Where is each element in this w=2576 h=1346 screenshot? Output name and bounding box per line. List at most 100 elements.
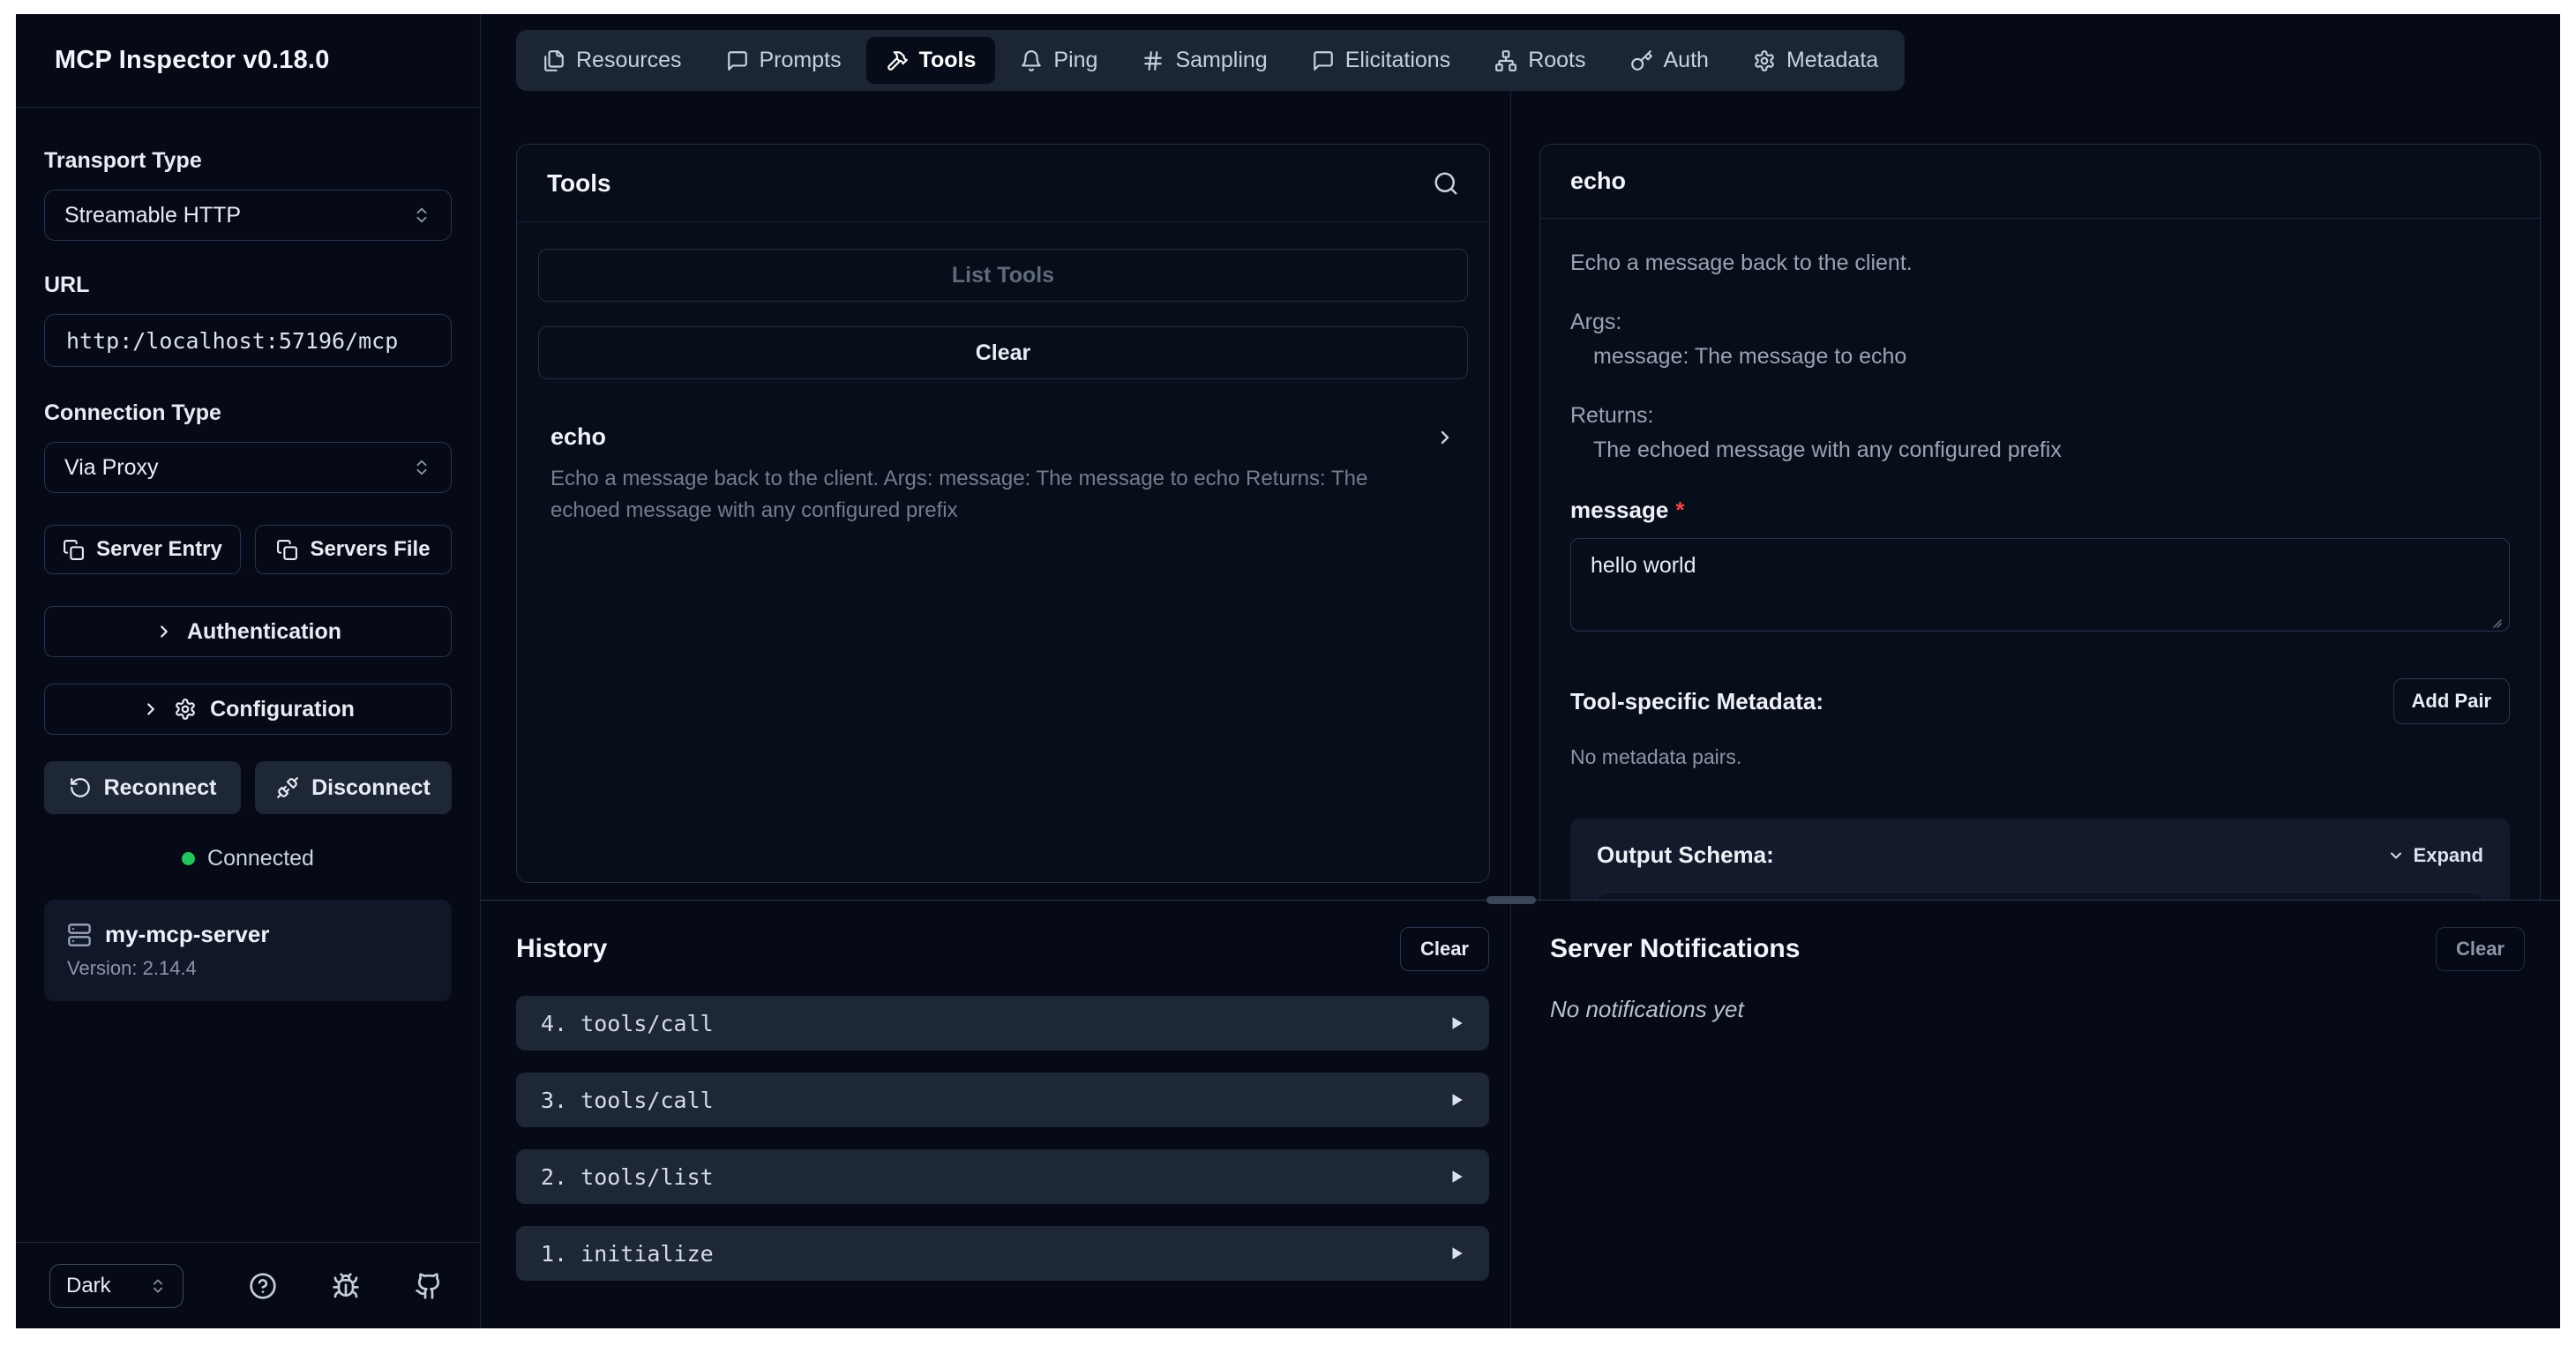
server-icon [67, 923, 92, 947]
history-panel: History Clear 4. tools/call 3. tools/cal… [481, 901, 1511, 1328]
disconnect-label: Disconnect [311, 775, 431, 801]
history-item-label: 3. tools/call [541, 1088, 714, 1113]
history-item[interactable]: 1. initialize [516, 1226, 1489, 1281]
tool-detail-panel: echo Echo a message back to the client. … [1539, 144, 2541, 900]
copy-icon [276, 539, 298, 561]
configuration-expander[interactable]: Configuration [44, 684, 452, 735]
returns-block: Returns: The echoed message with any con… [1570, 403, 2510, 463]
tool-detail-title: echo [1570, 168, 1626, 195]
returns-label: Returns: [1570, 403, 2510, 429]
param-label-row: message* [1570, 497, 2510, 524]
clear-notifications-button[interactable]: Clear [2436, 927, 2525, 971]
schema-code-block: { type: "object" [1597, 892, 2483, 900]
tab-tools[interactable]: Tools [866, 37, 996, 84]
server-entry-label: Server Entry [96, 537, 222, 562]
clear-history-button[interactable]: Clear [1400, 927, 1489, 971]
network-icon [1494, 49, 1517, 72]
history-title: History [516, 934, 607, 964]
message-square-icon [1312, 49, 1335, 72]
search-icon[interactable] [1433, 170, 1459, 197]
tab-metadata[interactable]: Metadata [1734, 37, 1898, 84]
bug-icon[interactable] [332, 1272, 360, 1300]
args-detail: message: The message to echo [1570, 344, 2510, 370]
args-block: Args: message: The message to echo [1570, 310, 2510, 370]
gear-icon [1753, 49, 1776, 72]
tool-item-description: Echo a message back to the client. Args:… [550, 463, 1433, 527]
sidebar: MCP Inspector v0.18.0 Transport Type Str… [16, 14, 481, 1328]
authentication-expander[interactable]: Authentication [44, 606, 452, 657]
tab-elicitations[interactable]: Elicitations [1292, 37, 1471, 84]
tab-label: Sampling [1175, 48, 1267, 73]
panel-resize-handle[interactable] [1486, 896, 1536, 904]
tab-ping[interactable]: Ping [1000, 37, 1117, 84]
authentication-label: Authentication [187, 619, 341, 645]
tools-column: Tools List Tools Clear echo [481, 91, 1511, 900]
mcp-inspector-app: MCP Inspector v0.18.0 Transport Type Str… [16, 14, 2560, 1328]
tool-list-item-echo[interactable]: echo Echo a message back to the client. … [538, 404, 1468, 535]
tab-roots[interactable]: Roots [1475, 37, 1605, 84]
theme-value: Dark [66, 1274, 111, 1298]
required-asterisk: * [1675, 497, 1684, 523]
tab-prompts[interactable]: Prompts [707, 37, 861, 84]
copy-icon [63, 539, 85, 561]
expand-schema-button[interactable]: Expand [2387, 844, 2483, 867]
tools-panel-title: Tools [547, 169, 611, 198]
output-schema-label: Output Schema: [1597, 841, 1774, 869]
history-item[interactable]: 2. tools/list [516, 1149, 1489, 1204]
tab-resources[interactable]: Resources [523, 37, 701, 84]
expand-label: Expand [2414, 844, 2483, 867]
url-input[interactable] [44, 314, 452, 367]
tool-description: Echo a message back to the client. [1570, 251, 2510, 276]
bottom-row: History Clear 4. tools/call 3. tools/cal… [481, 900, 2560, 1328]
chevrons-up-down-icon [412, 458, 431, 477]
server-info-card: my-mcp-server Version: 2.14.4 [44, 900, 452, 1001]
tab-label: Prompts [760, 48, 842, 73]
connection-status-label: Connected [207, 846, 314, 871]
hash-icon [1142, 49, 1164, 72]
history-item[interactable]: 4. tools/call [516, 996, 1489, 1051]
history-item[interactable]: 3. tools/call [516, 1073, 1489, 1127]
tab-auth[interactable]: Auth [1611, 37, 1728, 84]
metadata-label: Tool-specific Metadata: [1570, 688, 1823, 715]
tool-item-name: echo [550, 423, 606, 451]
chevrons-up-down-icon [149, 1277, 167, 1295]
tab-label: Auth [1664, 48, 1709, 73]
reconnect-label: Reconnect [104, 775, 217, 801]
play-icon [1449, 1169, 1464, 1185]
tab-label: Tools [919, 48, 977, 73]
clear-tools-button[interactable]: Clear [538, 326, 1468, 379]
tab-sampling[interactable]: Sampling [1122, 37, 1286, 84]
transport-type-value: Streamable HTTP [64, 203, 241, 228]
gear-icon [174, 698, 197, 721]
theme-select[interactable]: Dark [49, 1264, 183, 1308]
reconnect-button[interactable]: Reconnect [44, 761, 241, 814]
chevrons-up-down-icon [412, 206, 431, 225]
help-icon[interactable] [249, 1272, 277, 1300]
list-tools-button[interactable]: List Tools [538, 249, 1468, 302]
url-label: URL [44, 273, 452, 298]
connection-type-value: Via Proxy [64, 455, 159, 481]
servers-file-button[interactable]: Servers File [255, 525, 452, 574]
message-square-icon [726, 49, 749, 72]
play-icon [1449, 1015, 1464, 1031]
output-schema-card: Output Schema: Expand { [1570, 819, 2510, 900]
key-icon [1630, 49, 1653, 72]
resize-grip-icon[interactable] [2489, 615, 2503, 629]
add-pair-button[interactable]: Add Pair [2393, 678, 2510, 724]
play-icon [1449, 1245, 1464, 1261]
disconnect-button[interactable]: Disconnect [255, 761, 452, 814]
transport-type-select[interactable]: Streamable HTTP [44, 190, 452, 241]
server-name: my-mcp-server [105, 921, 269, 948]
github-icon[interactable] [415, 1272, 443, 1300]
args-label: Args: [1570, 310, 2510, 335]
sidebar-body: Transport Type Streamable HTTP URL Conne… [16, 108, 480, 1242]
connection-type-label: Connection Type [44, 400, 452, 426]
history-item-label: 2. tools/list [541, 1164, 714, 1190]
chevron-right-icon [154, 622, 174, 641]
server-version: Version: 2.14.4 [67, 957, 429, 980]
server-entry-button[interactable]: Server Entry [44, 525, 241, 574]
tab-bar: Resources Prompts Tools Ping Sampling [516, 30, 1905, 91]
chevron-down-icon [2387, 847, 2405, 864]
message-input[interactable]: hello world [1570, 538, 2510, 632]
connection-type-select[interactable]: Via Proxy [44, 442, 452, 493]
